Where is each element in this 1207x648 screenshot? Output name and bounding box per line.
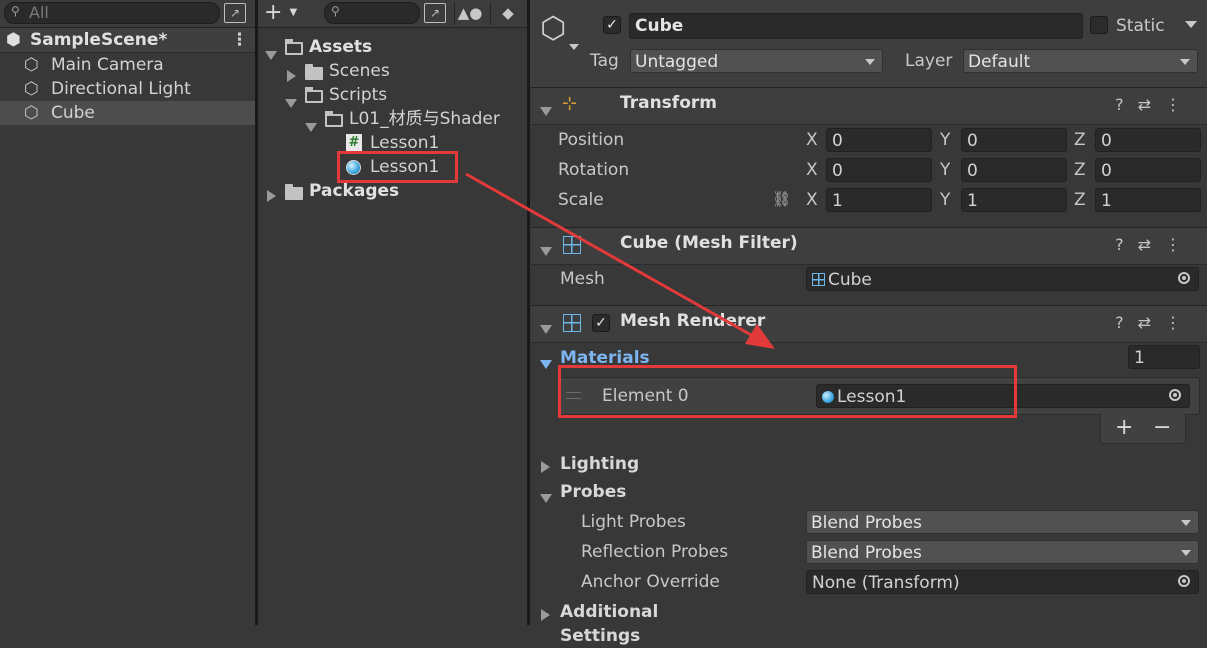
annotation-arrow-line <box>465 172 761 342</box>
annotation-arrow <box>465 172 775 349</box>
annotation-arrow-head <box>745 324 775 349</box>
